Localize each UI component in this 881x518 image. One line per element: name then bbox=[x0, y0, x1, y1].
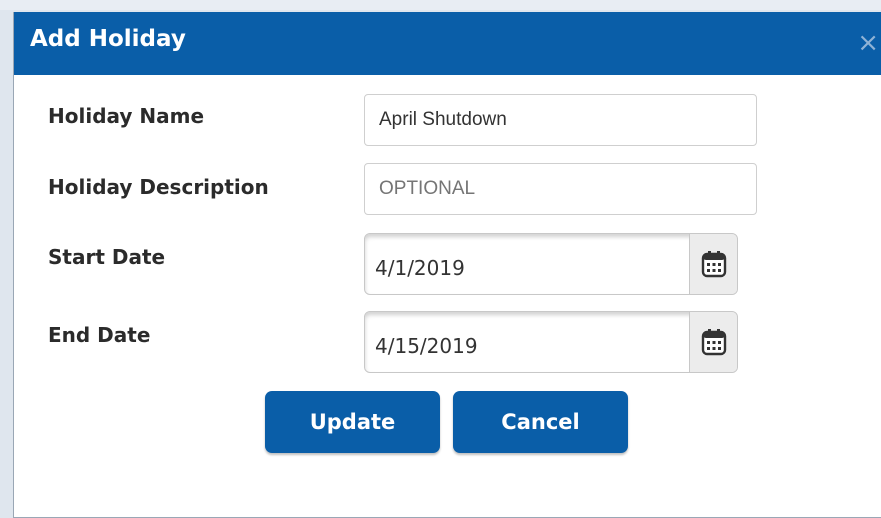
end-date-picker bbox=[364, 311, 738, 373]
start-date-input[interactable] bbox=[365, 234, 689, 294]
end-date-label: End Date bbox=[48, 323, 151, 347]
holiday-description-input[interactable] bbox=[364, 163, 757, 215]
calendar-icon bbox=[701, 251, 726, 278]
update-button[interactable]: Update bbox=[265, 391, 440, 453]
holiday-name-label: Holiday Name bbox=[48, 104, 205, 128]
end-date-input[interactable] bbox=[365, 312, 689, 372]
dialog-titlebar: Add Holiday × bbox=[14, 12, 881, 75]
start-date-calendar-button[interactable] bbox=[689, 234, 737, 294]
holiday-name-input[interactable] bbox=[364, 94, 757, 146]
dialog-title: Add Holiday bbox=[30, 26, 186, 52]
close-icon[interactable]: × bbox=[857, 28, 879, 58]
cancel-button[interactable]: Cancel bbox=[453, 391, 628, 453]
start-date-label: Start Date bbox=[48, 245, 166, 269]
end-date-calendar-button[interactable] bbox=[689, 312, 737, 372]
calendar-icon bbox=[701, 329, 726, 356]
start-date-picker bbox=[364, 233, 738, 295]
add-holiday-dialog: Add Holiday × Holiday Name Holiday Descr… bbox=[13, 12, 881, 518]
background-page bbox=[0, 0, 881, 10]
holiday-description-label: Holiday Description bbox=[48, 175, 269, 199]
